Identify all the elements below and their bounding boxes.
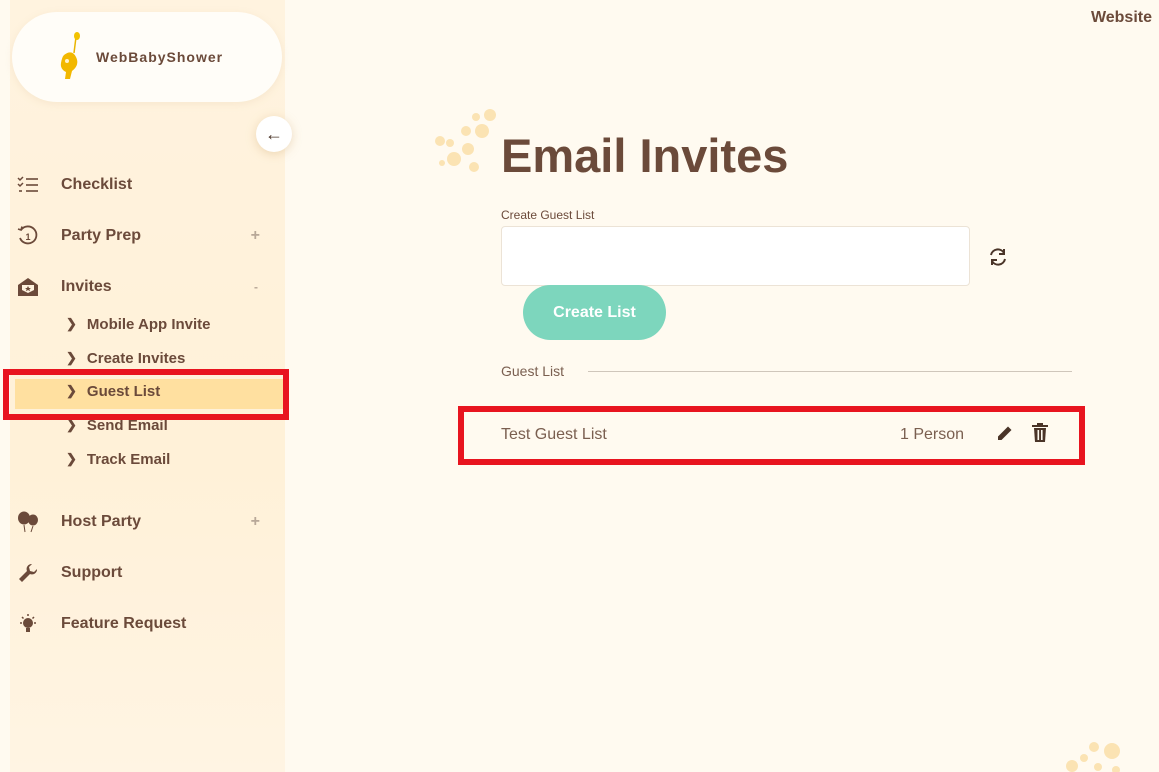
history-clock-icon: 1 xyxy=(16,224,40,248)
lightbulb-icon xyxy=(16,612,40,636)
expand-plus-icon[interactable]: + xyxy=(251,513,260,531)
sidebar-item-checklist[interactable]: Checklist xyxy=(16,170,276,200)
sidebar-item-label: Host Party xyxy=(61,513,142,530)
decorative-dots-icon xyxy=(1066,742,1120,772)
sidebar-subitem-label: Mobile App Invite xyxy=(86,315,211,333)
collapse-minus-icon[interactable]: - xyxy=(254,280,258,294)
brand-name: WebBabyShower xyxy=(96,49,224,65)
elephant-balloon-logo-icon xyxy=(60,32,80,79)
expand-plus-icon[interactable]: + xyxy=(251,227,260,245)
sidebar-item-label: Checklist xyxy=(61,176,133,193)
highlight-box-list-row xyxy=(458,406,1085,465)
balloons-icon xyxy=(16,510,40,534)
sidebar-subitem-track-email[interactable]: ❯ Track Email xyxy=(66,445,170,473)
page-title: Email Invites xyxy=(501,129,789,182)
sidebar-item-feature-request[interactable]: Feature Request xyxy=(16,609,276,639)
refresh-icon[interactable] xyxy=(987,246,1009,268)
sidebar-subitem-create-invites[interactable]: ❯ Create Invites xyxy=(66,344,185,372)
arrow-left-icon: ← xyxy=(265,123,283,144)
decorative-dots-icon xyxy=(435,109,496,172)
chevron-right-icon: ❯ xyxy=(66,350,77,365)
section-divider xyxy=(588,371,1072,372)
envelope-open-icon xyxy=(16,275,40,299)
checklist-icon xyxy=(16,173,40,197)
website-link[interactable]: Website xyxy=(1091,9,1152,27)
chevron-right-icon: ❯ xyxy=(66,316,77,331)
chevron-right-icon: ❯ xyxy=(66,451,77,466)
logo-card[interactable]: WebBabyShower xyxy=(12,12,282,102)
sidebar-subitem-label: Track Email xyxy=(86,450,171,468)
sidebar-item-invites[interactable]: Invites - xyxy=(16,272,276,302)
guest-list-section-label: Guest List xyxy=(501,363,565,379)
wrench-icon xyxy=(16,561,40,585)
svg-text:1: 1 xyxy=(25,232,30,242)
sidebar-item-label: Support xyxy=(61,564,123,581)
sidebar-subitem-label: Create Invites xyxy=(86,349,186,367)
sidebar-item-party-prep[interactable]: 1 Party Prep + xyxy=(16,221,276,251)
sidebar-item-host-party[interactable]: Host Party + xyxy=(16,507,276,537)
sidebar-item-support[interactable]: Support xyxy=(16,558,276,588)
sidebar-item-label: Invites xyxy=(61,278,112,295)
sidebar-item-label: Party Prep xyxy=(61,227,142,244)
collapse-sidebar-button[interactable]: ← xyxy=(256,116,292,152)
create-list-button[interactable]: Create List xyxy=(523,285,666,340)
guest-list-name-input[interactable] xyxy=(501,226,970,286)
sidebar-subitem-mobile-app-invite[interactable]: ❯ Mobile App Invite xyxy=(66,310,211,338)
sidebar-item-label: Feature Request xyxy=(61,615,187,632)
highlight-box-sidebar xyxy=(3,369,289,420)
create-guest-list-label: Create Guest List xyxy=(501,208,595,222)
